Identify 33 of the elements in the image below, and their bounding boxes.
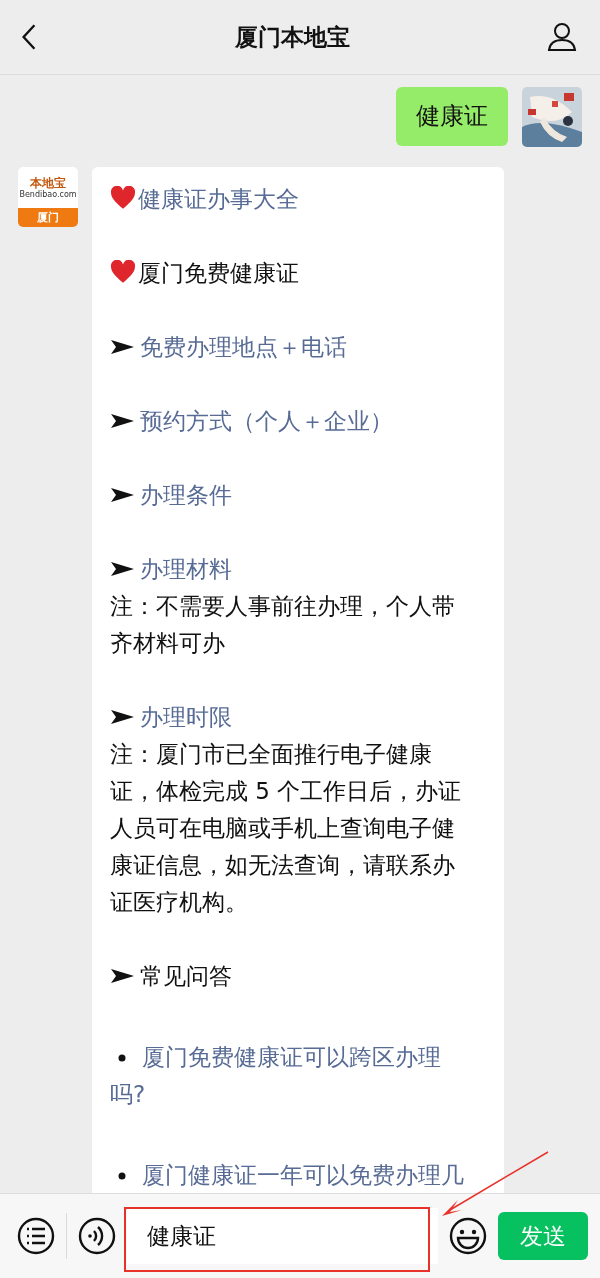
article-link[interactable]: 健康证办事大全 (138, 186, 299, 212)
message-text: 注：不需要人事前往办理，个人带齐材料可办 (110, 592, 456, 658)
bullet-icon (118, 1172, 126, 1180)
arrow-icon (110, 337, 134, 357)
back-icon[interactable] (20, 23, 38, 51)
profile-icon[interactable] (546, 21, 578, 53)
article-link[interactable]: 办理时限 (140, 704, 232, 730)
chat-title: 厦门本地宝 (234, 22, 350, 52)
heart-icon (110, 186, 136, 210)
arrow-icon (110, 707, 134, 727)
message-bubble: 健康证 (396, 87, 508, 146)
menu-icon[interactable] (16, 1216, 56, 1256)
message-text: 注：厦门市已全面推行电子健康证，体检完成 5 个工作日后，办证人员可在电脑或手机上查询电子健康证信息，如无法查询，请联系办证医疗机构。 (110, 740, 463, 917)
message-input[interactable]: 健康证 (127, 1208, 438, 1264)
arrow-icon (110, 411, 134, 431)
article-link[interactable]: 预约方式（个人＋企业） (140, 408, 393, 434)
logo-text: 本地宝 (30, 175, 66, 190)
logo-city: 厦门 (18, 208, 78, 227)
bullet-icon (118, 1054, 126, 1062)
emoji-icon[interactable] (448, 1216, 488, 1256)
article-link[interactable]: 厦门健康证一年可以免费办理几 (110, 1157, 466, 1193)
arrow-icon (110, 559, 134, 579)
message-text: 常见问答 (140, 963, 232, 989)
arrow-icon (110, 485, 134, 505)
voice-icon[interactable] (77, 1216, 117, 1256)
arrow-icon (110, 966, 134, 986)
heart-icon (110, 260, 136, 284)
message-text: 厦门免费健康证 (138, 260, 299, 286)
article-link[interactable]: 办理材料 (140, 556, 232, 582)
article-link[interactable]: 免费办理地点＋电话 (140, 334, 347, 360)
logo-url: Bendibao.com (19, 189, 77, 200)
article-link[interactable]: 厦门免费健康证可以跨区办理吗? (110, 1039, 466, 1113)
article-link[interactable]: 办理条件 (140, 482, 232, 508)
